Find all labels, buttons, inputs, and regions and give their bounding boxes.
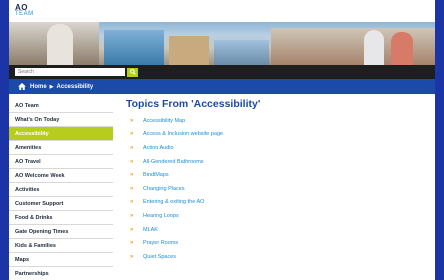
logo-line-1: AO: [15, 3, 28, 12]
double-chevron-right-icon: »: [130, 185, 134, 192]
sidebar-item-label: Activities: [15, 186, 40, 193]
sidebar-item[interactable]: Partnerships: [9, 267, 113, 280]
breadcrumb-separator-icon: ▶: [49, 83, 54, 90]
page-title: Topics From 'Accessibility': [126, 98, 261, 110]
search-bar: [9, 65, 435, 79]
double-chevron-right-icon: »: [130, 199, 134, 206]
double-chevron-right-icon: »: [130, 131, 134, 138]
topic-link[interactable]: » Entering & exiting the AO: [126, 196, 435, 210]
sidebar-item[interactable]: Food & Drinks: [9, 211, 113, 225]
sidebar-item[interactable]: AO Welcome Week: [9, 169, 113, 183]
search-input[interactable]: [15, 68, 125, 76]
double-chevron-right-icon: »: [130, 158, 134, 165]
double-chevron-right-icon: »: [130, 226, 134, 233]
double-chevron-right-icon: »: [130, 240, 134, 247]
sidebar-item[interactable]: Amenities: [9, 141, 113, 155]
topic-link[interactable]: » Access & Inclusion website page: [126, 128, 435, 142]
topic-label: Accessibility Map: [143, 117, 186, 124]
sidebar-item-label: AO Welcome Week: [15, 172, 65, 179]
sidebar-item-label: AO Team: [15, 102, 39, 109]
topic-link[interactable]: » BindiMaps: [126, 168, 435, 182]
topic-link[interactable]: » Changing Places: [126, 182, 435, 196]
sidebar-item-label: Amenities: [15, 144, 42, 151]
topic-label: Quiet Spaces: [143, 253, 177, 260]
topic-link[interactable]: » MLAK: [126, 223, 435, 237]
topic-link[interactable]: » Hearing Loops: [126, 209, 435, 223]
sidebar-item[interactable]: What's On Today: [9, 113, 113, 127]
topic-label: Action Audio: [143, 144, 174, 151]
sidebar-item[interactable]: Kids & Families: [9, 239, 113, 253]
double-chevron-right-icon: »: [130, 172, 134, 179]
topic-link[interactable]: » Accessibility Map: [126, 114, 435, 128]
topic-link[interactable]: » Prayer Rooms: [126, 236, 435, 250]
sidebar-item-label: Partnerships: [15, 270, 49, 277]
sidebar-item-label: Gate Opening Times: [15, 228, 69, 235]
hero-banner-image: [9, 22, 435, 65]
topic-label: All-Gendered Bathrooms: [143, 158, 204, 165]
topic-label: Entering & exiting the AO: [143, 199, 205, 206]
topic-label: Prayer Rooms: [143, 240, 179, 247]
sidebar-item-active[interactable]: Accessibility: [9, 127, 113, 141]
topic-link[interactable]: » Action Audio: [126, 141, 435, 155]
sidebar-item[interactable]: Maps: [9, 253, 113, 267]
breadcrumb-current: Accessibility: [56, 83, 94, 90]
sidebar-item[interactable]: Customer Support: [9, 197, 113, 211]
breadcrumb: Home ▶ Accessibility: [9, 79, 435, 94]
topic-link[interactable]: » All-Gendered Bathrooms: [126, 155, 435, 169]
sidebar-item-label: Accessibility: [15, 130, 49, 137]
topic-label: Changing Places: [143, 185, 185, 192]
double-chevron-right-icon: »: [130, 117, 134, 124]
search-icon: [129, 69, 136, 75]
sidebar-item-label: Kids & Families: [15, 242, 56, 249]
ao-team-logo[interactable]: AO TEAM: [15, 4, 34, 18]
sidebar-item[interactable]: AO Travel: [9, 155, 113, 169]
home-icon[interactable]: [18, 83, 26, 90]
search-button[interactable]: [127, 67, 138, 77]
sidebar-item[interactable]: AO Team: [9, 99, 113, 113]
logo-line-2: TEAM: [15, 11, 34, 17]
double-chevron-right-icon: »: [130, 253, 134, 260]
topic-label: BindiMaps: [143, 172, 169, 179]
sidebar-item[interactable]: Gate Opening Times: [9, 225, 113, 239]
site-header: AO TEAM: [9, 0, 435, 22]
sidebar-item-label: What's On Today: [15, 116, 60, 123]
sidebar-item[interactable]: Activities: [9, 183, 113, 197]
double-chevron-right-icon: »: [130, 144, 134, 151]
topic-label: Hearing Loops: [143, 212, 179, 219]
topic-label: MLAK: [143, 226, 158, 233]
app-frame: AO TEAM Home ▶ Accessibility AO Team Wha…: [9, 0, 435, 280]
sidebar-item-label: Food & Drinks: [15, 214, 53, 221]
sidebar-item-label: AO Travel: [15, 158, 41, 165]
sidebar-item-label: Maps: [15, 256, 30, 263]
main-content: Topics From 'Accessibility' » Accessibili…: [113, 94, 435, 280]
content-area: AO Team What's On Today Accessibility Am…: [9, 94, 435, 280]
sidebar-nav: AO Team What's On Today Accessibility Am…: [9, 94, 113, 280]
topic-link[interactable]: » Quiet Spaces: [126, 250, 435, 264]
double-chevron-right-icon: »: [130, 212, 134, 219]
breadcrumb-home-link[interactable]: Home: [30, 84, 47, 90]
sidebar-item-label: Customer Support: [15, 200, 64, 207]
topic-label: Access & Inclusion website page: [143, 131, 224, 138]
